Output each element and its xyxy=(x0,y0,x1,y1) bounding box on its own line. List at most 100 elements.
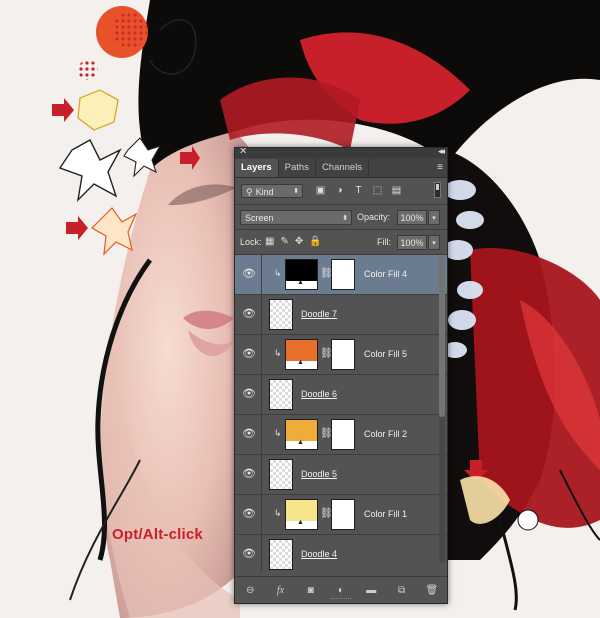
tab-paths[interactable]: Paths xyxy=(279,159,316,177)
layer-row-color-fill-2[interactable]: 👁 ↳ ⛓ Color Fill 2 xyxy=(235,415,447,455)
trash-icon[interactable]: 🗑 xyxy=(424,585,440,596)
visibility-toggle[interactable]: 👁 xyxy=(235,415,262,454)
fill-thumbnail[interactable] xyxy=(285,339,318,370)
layer-mask-thumbnail[interactable] xyxy=(331,339,355,370)
layer-thumbnail[interactable] xyxy=(269,379,293,410)
shape-filter-icon[interactable]: ⬚ xyxy=(370,183,385,198)
fill-swatch xyxy=(286,420,317,441)
kind-filter-label: Kind xyxy=(255,187,274,197)
eye-icon: 👁 xyxy=(242,388,256,400)
panel-menu-icon[interactable]: ≡ xyxy=(437,162,443,173)
layer-thumbnail[interactable] xyxy=(269,459,293,490)
adjustment-filter-icon[interactable]: ◑ xyxy=(332,183,347,198)
layers-list: 👁 ↳ ⛓ Color Fill 4 👁 Doodle 7 👁 ↳ ⛓ Colo… xyxy=(235,255,447,572)
opacity-field[interactable]: 100% xyxy=(397,210,427,225)
fill-thumbnail[interactable] xyxy=(285,259,318,290)
visibility-toggle[interactable]: 👁 xyxy=(235,255,262,294)
filter-toggle[interactable] xyxy=(434,182,441,198)
filter-row: ⚲ Kind ⬍ ▣ ◑ T ⬚ ▤ xyxy=(235,178,447,204)
layer-mask-thumbnail[interactable] xyxy=(331,419,355,450)
opacity-dropdown-icon[interactable]: ▾ xyxy=(428,210,440,225)
blend-mode-value: Screen xyxy=(245,213,274,223)
blend-mode-select[interactable]: Screen ⬍ xyxy=(240,210,352,225)
fill-field[interactable]: 100% xyxy=(397,235,427,250)
eye-icon: 👁 xyxy=(242,508,256,520)
eye-icon: 👁 xyxy=(242,468,256,480)
layer-thumbnail[interactable] xyxy=(269,539,293,570)
eye-icon: 👁 xyxy=(242,268,256,280)
eye-icon: 👁 xyxy=(242,548,256,560)
tab-channels[interactable]: Channels xyxy=(316,159,370,177)
fill-swatch xyxy=(286,340,317,361)
panel-titlebar[interactable]: ✕ ◂◂ xyxy=(235,148,447,158)
layer-row-color-fill-1[interactable]: 👁 ↳ ⛓ Color Fill 1 xyxy=(235,495,447,535)
visibility-toggle[interactable]: 👁 xyxy=(235,535,262,572)
opacity-label: Opacity: xyxy=(357,212,391,222)
layer-name[interactable]: Doodle 7 xyxy=(301,309,337,319)
visibility-toggle[interactable]: 👁 xyxy=(235,495,262,534)
updown-arrow-icon: ⬍ xyxy=(342,215,348,222)
layer-name[interactable]: Color Fill 4 xyxy=(364,269,407,279)
layers-panel: ✕ ◂◂ Layers Paths Channels ≡ ⚲ Kind ⬍ ▣ ◑… xyxy=(234,147,448,604)
layer-row-doodle-5[interactable]: 👁 Doodle 5 xyxy=(235,455,447,495)
lock-all-icon[interactable]: 🔒 xyxy=(309,236,321,247)
search-icon: ⚲ xyxy=(246,187,253,197)
adjustment-icon[interactable]: ◐ xyxy=(333,585,349,596)
panel-resize-grip[interactable] xyxy=(331,598,351,602)
eye-icon: 👁 xyxy=(242,308,256,320)
layer-name[interactable]: Doodle 6 xyxy=(301,389,337,399)
tab-layers[interactable]: Layers xyxy=(235,159,279,177)
layer-row-color-fill-5[interactable]: 👁 ↳ ⛓ Color Fill 5 xyxy=(235,335,447,375)
clipping-arrow-icon: ↳ xyxy=(274,268,282,278)
lock-position-icon[interactable]: ✥ xyxy=(295,236,303,247)
opt-alt-click-annotation: Opt/Alt-click xyxy=(112,526,203,543)
layer-thumbnail[interactable] xyxy=(269,299,293,330)
lock-label: Lock: xyxy=(240,237,262,247)
blend-row: Screen ⬍ Opacity: 100% ▾ xyxy=(235,205,447,229)
fill-thumbnail[interactable] xyxy=(285,419,318,450)
lock-paint-icon[interactable]: ✎ xyxy=(280,236,288,247)
visibility-toggle[interactable]: 👁 xyxy=(235,295,262,334)
visibility-toggle[interactable]: 👁 xyxy=(235,335,262,374)
layer-name[interactable]: Color Fill 5 xyxy=(364,349,407,359)
link-icon[interactable]: ⊖ xyxy=(242,585,258,596)
kind-filter-select[interactable]: ⚲ Kind ⬍ xyxy=(241,184,303,198)
layer-row-doodle-4[interactable]: 👁 Doodle 4 xyxy=(235,535,447,572)
close-icon[interactable]: ✕ xyxy=(239,148,247,157)
lock-row: Lock: ▦ ✎ ✥ 🔒 Fill: 100% ▾ xyxy=(235,230,447,254)
fill-dropdown-icon[interactable]: ▾ xyxy=(428,235,440,250)
eye-icon: 👁 xyxy=(242,348,256,360)
layer-name[interactable]: Color Fill 2 xyxy=(364,429,407,439)
updown-arrow-icon: ⬍ xyxy=(293,188,299,195)
clipping-arrow-icon: ↳ xyxy=(274,508,282,518)
layer-row-doodle-7[interactable]: 👁 Doodle 7 xyxy=(235,295,447,335)
layer-name[interactable]: Doodle 5 xyxy=(301,469,337,479)
layer-row-doodle-6[interactable]: 👁 Doodle 6 xyxy=(235,375,447,415)
lock-transparent-icon[interactable]: ▦ xyxy=(265,236,274,247)
fill-swatch xyxy=(286,500,317,521)
fill-label: Fill: xyxy=(377,237,391,247)
layer-name[interactable]: Color Fill 1 xyxy=(364,509,407,519)
layers-scrollbar[interactable] xyxy=(439,257,445,563)
fill-thumbnail[interactable] xyxy=(285,499,318,530)
layer-mask-thumbnail[interactable] xyxy=(331,499,355,530)
collapse-icon[interactable]: ◂◂ xyxy=(438,148,445,157)
folder-icon[interactable]: ▬ xyxy=(363,585,379,596)
layer-name[interactable]: Doodle 4 xyxy=(301,549,337,559)
fx-icon[interactable]: fx xyxy=(272,585,288,596)
visibility-toggle[interactable]: 👁 xyxy=(235,375,262,414)
eye-icon: 👁 xyxy=(242,428,256,440)
visibility-toggle[interactable]: 👁 xyxy=(235,455,262,494)
new-layer-icon[interactable]: ⧉ xyxy=(394,585,410,596)
layer-row-color-fill-4[interactable]: 👁 ↳ ⛓ Color Fill 4 xyxy=(235,255,447,295)
smart-object-filter-icon[interactable]: ▤ xyxy=(389,183,404,198)
type-filter-icon[interactable]: T xyxy=(351,183,366,198)
clipping-arrow-icon: ↳ xyxy=(274,428,282,438)
fill-swatch xyxy=(286,260,317,281)
image-filter-icon[interactable]: ▣ xyxy=(313,183,328,198)
layer-mask-thumbnail[interactable] xyxy=(331,259,355,290)
panel-tabs: Layers Paths Channels ≡ xyxy=(235,158,447,178)
mask-icon[interactable]: ◙ xyxy=(303,585,319,596)
clipping-arrow-icon: ↳ xyxy=(274,348,282,358)
panel-bottom-bar: ⊖ fx ◙ ◐ ▬ ⧉ 🗑 xyxy=(235,576,447,603)
